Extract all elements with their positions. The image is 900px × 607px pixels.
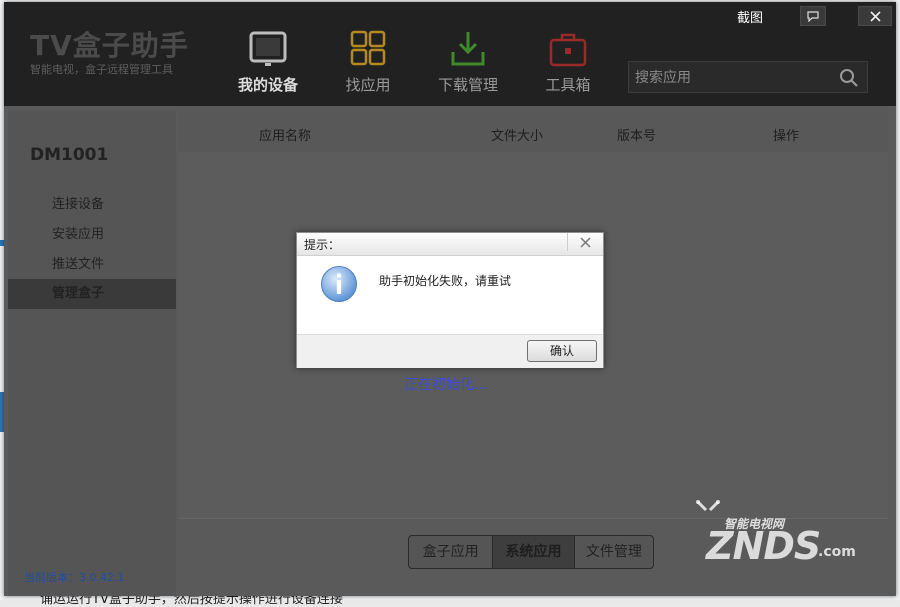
grid-icon [350, 30, 386, 66]
sidebar [8, 110, 176, 596]
sidebar-item-install-app[interactable]: 安装应用 [8, 220, 176, 250]
dialog-title: 提示： [304, 238, 341, 252]
column-header-app-name: 应用名称 [259, 129, 312, 144]
app-logo-subtitle: 智能电视，盒子远程管理工具 [30, 63, 173, 76]
dialog-title-bar [297, 233, 603, 256]
screenshot-button[interactable]: 截图 [728, 6, 772, 26]
nav-my-devices[interactable]: 我的设备 [228, 30, 308, 102]
column-header-action: 操作 [773, 129, 800, 144]
nav-download-manager[interactable]: 下载管理 [428, 30, 508, 102]
sidebar-item-push-file[interactable]: 推送文件 [8, 250, 176, 280]
dialog-close-button[interactable] [567, 233, 602, 251]
search-box[interactable] [628, 61, 868, 93]
watermark-domain: .com [818, 544, 856, 560]
toolbox-icon [549, 33, 587, 67]
device-name: DM1001 [30, 145, 109, 165]
search-icon[interactable] [839, 68, 859, 88]
nav-label: 找应用 [345, 76, 391, 94]
watermark-logo: ZNDS [706, 524, 821, 568]
feedback-button[interactable] [800, 6, 826, 26]
nav-label: 工具箱 [545, 76, 591, 94]
tv-icon [249, 31, 287, 66]
nav-toolbox[interactable]: 工具箱 [528, 30, 608, 102]
nav-label: 我的设备 [237, 76, 298, 94]
nav-label: 下载管理 [437, 76, 498, 94]
dialog-message: 助手初始化失败，请重试 [379, 274, 512, 288]
tab-system-apps[interactable]: 系统应用 [493, 536, 575, 568]
close-window-button[interactable] [858, 6, 892, 26]
chat-bubble-icon [807, 10, 819, 22]
column-header-version: 版本号 [617, 129, 657, 144]
sidebar-item-manage-box[interactable]: 管理盒子 [8, 279, 176, 309]
close-icon [869, 10, 881, 22]
info-icon [321, 266, 357, 302]
sidebar-item-connect-device[interactable]: 连接设备 [8, 190, 176, 220]
tab-file-manager[interactable]: 文件管理 [575, 536, 653, 568]
column-header-file-size: 文件大小 [491, 129, 544, 144]
app-logo: TV盒子助手 [30, 29, 189, 62]
download-icon [451, 32, 485, 66]
app-type-tabs: 盒子应用 系统应用 文件管理 [408, 535, 654, 569]
loading-status: 正在初始化... [404, 377, 488, 393]
version-label: 当前版本：3.0.42.1 [24, 571, 125, 584]
confirm-button[interactable]: 确认 [527, 340, 597, 362]
nav-find-apps[interactable]: 找应用 [328, 30, 408, 102]
tab-box-apps[interactable]: 盒子应用 [409, 536, 494, 568]
close-icon [579, 236, 591, 248]
search-input[interactable] [633, 66, 833, 90]
